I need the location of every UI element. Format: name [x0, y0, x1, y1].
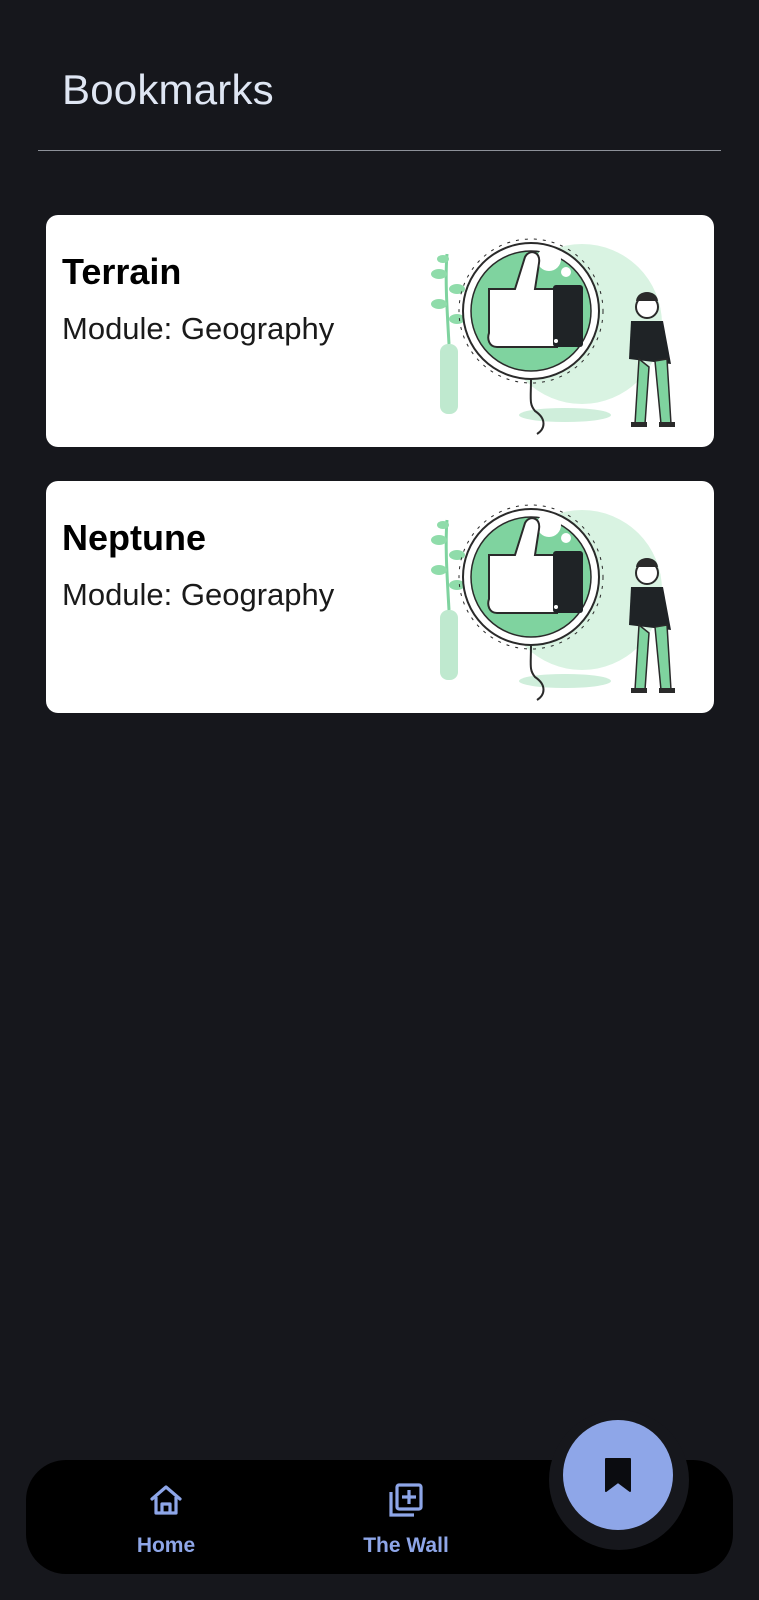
- bookmarks-fab[interactable]: [563, 1420, 673, 1530]
- bookmark-card[interactable]: Neptune Module: Geography: [46, 481, 714, 713]
- nav-the-wall-label: The Wall: [363, 1534, 449, 1557]
- nav-home-label: Home: [136, 1534, 196, 1557]
- bookmark-title: Neptune: [62, 517, 206, 558]
- page-title: Bookmarks: [62, 66, 274, 113]
- bookmark-title: Terrain: [62, 251, 182, 292]
- home-icon: [150, 1485, 182, 1515]
- library-add-icon: [389, 1483, 423, 1517]
- nav-the-wall[interactable]: The Wall: [326, 1460, 486, 1574]
- bookmark-module: Module: Geography: [62, 577, 335, 612]
- nav-home[interactable]: Home: [86, 1460, 246, 1574]
- thumbs-up-illustration: [431, 238, 675, 435]
- thumbs-up-illustration: [431, 504, 675, 701]
- bookmark-icon: [605, 1458, 631, 1492]
- bookmarks-screen: Bookmarks Terrain Module: Geography Nept…: [0, 0, 759, 1600]
- title-divider: [38, 150, 721, 151]
- bookmark-card[interactable]: Terrain Module: Geography: [46, 215, 714, 447]
- bookmark-module: Module: Geography: [62, 311, 335, 346]
